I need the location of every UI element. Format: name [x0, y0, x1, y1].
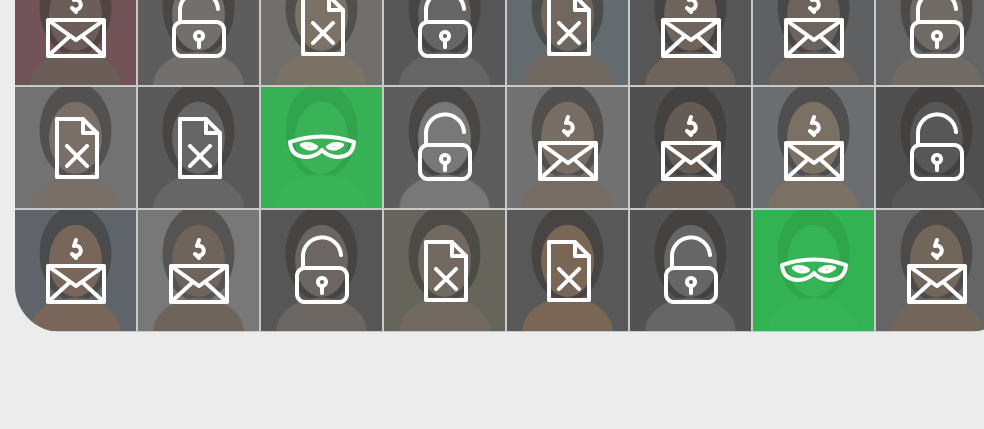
grid-tile[interactable]	[507, 87, 628, 208]
phishing-email-icon	[902, 236, 972, 306]
grid-tile[interactable]	[138, 87, 259, 208]
grid-tile[interactable]	[876, 0, 984, 85]
grid-tile[interactable]	[630, 0, 751, 85]
grid-tile[interactable]	[507, 210, 628, 331]
phishing-email-icon	[164, 236, 234, 306]
blocked-file-icon	[41, 113, 111, 183]
phishing-email-icon	[41, 0, 111, 60]
phishing-email-icon	[779, 0, 849, 60]
blocked-file-icon	[410, 236, 480, 306]
unlocked-padlock-icon	[410, 0, 480, 60]
unlocked-padlock-icon	[164, 0, 234, 60]
grid-tile[interactable]	[15, 210, 136, 331]
threat-tile-grid	[15, 0, 984, 332]
grid-tile[interactable]	[261, 0, 382, 85]
unlocked-padlock-icon	[287, 234, 357, 306]
phishing-email-icon	[41, 236, 111, 306]
grid-tile[interactable]	[753, 210, 874, 331]
grid-tile[interactable]	[15, 0, 136, 85]
blocked-file-icon	[533, 0, 603, 60]
mask-icon	[779, 236, 849, 306]
grid-tile[interactable]	[630, 87, 751, 208]
grid-tile[interactable]	[753, 87, 874, 208]
mask-icon	[287, 113, 357, 183]
phishing-email-icon	[656, 0, 726, 60]
grid-tile[interactable]	[384, 0, 505, 85]
unlocked-padlock-icon	[656, 234, 726, 306]
grid-tile[interactable]	[261, 210, 382, 331]
grid-tile[interactable]	[384, 210, 505, 331]
grid-tile[interactable]	[261, 87, 382, 208]
phishing-email-icon	[533, 113, 603, 183]
grid-tile[interactable]	[138, 210, 259, 331]
threat-tile-grid-panel	[15, 0, 984, 332]
grid-tile[interactable]	[384, 87, 505, 208]
phishing-email-icon	[656, 113, 726, 183]
phishing-email-icon	[779, 113, 849, 183]
blocked-file-icon	[164, 113, 234, 183]
grid-tile[interactable]	[15, 87, 136, 208]
blocked-file-icon	[533, 236, 603, 306]
grid-tile[interactable]	[876, 87, 984, 208]
unlocked-padlock-icon	[902, 0, 972, 60]
grid-tile[interactable]	[507, 0, 628, 85]
unlocked-padlock-icon	[902, 111, 972, 183]
grid-tile[interactable]	[138, 0, 259, 85]
grid-tile[interactable]	[753, 0, 874, 85]
grid-tile[interactable]	[630, 210, 751, 331]
unlocked-padlock-icon	[410, 111, 480, 183]
grid-tile[interactable]	[876, 210, 984, 331]
blocked-file-icon	[287, 0, 357, 60]
